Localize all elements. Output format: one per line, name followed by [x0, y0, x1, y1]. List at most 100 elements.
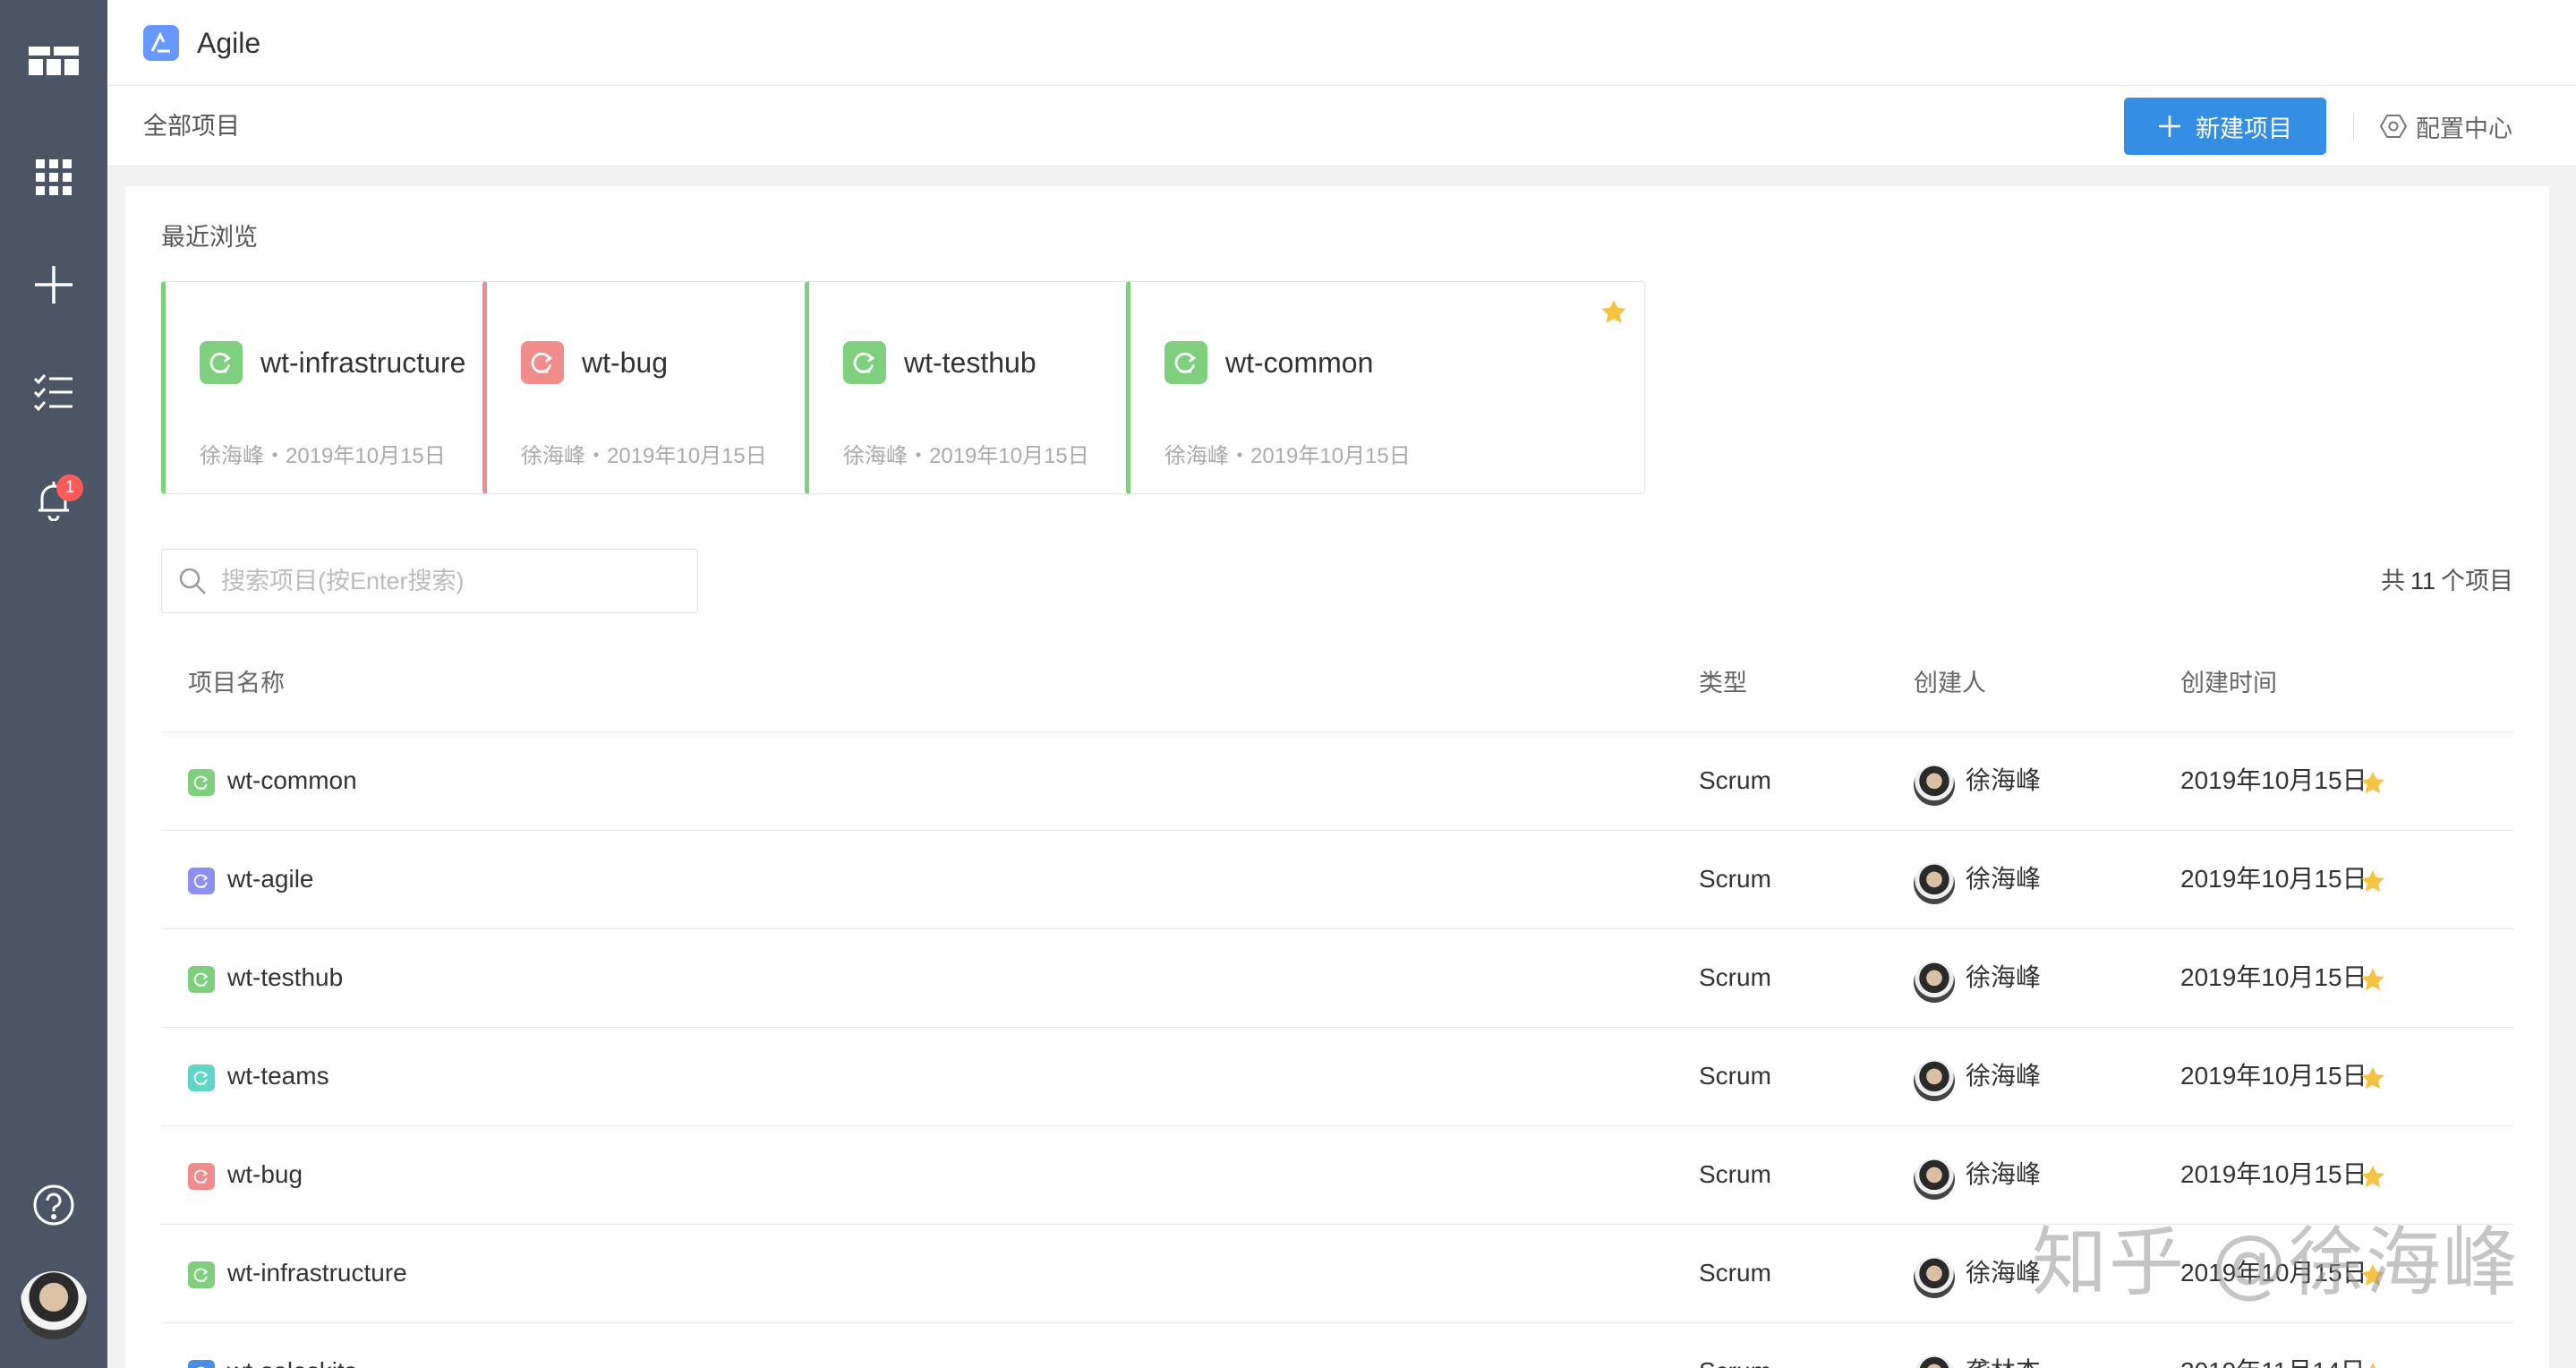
project-creator: 徐海峰	[1966, 1062, 2042, 1090]
help-icon[interactable]	[0, 1160, 107, 1250]
project-creator: 徐海峰	[1966, 766, 2042, 794]
creator-avatar	[1914, 863, 1955, 904]
search-icon	[179, 568, 206, 594]
app-header: Agile	[107, 0, 2576, 86]
search-input[interactable]	[221, 567, 669, 595]
project-name[interactable]: wt-teams	[227, 1060, 329, 1092]
project-icon	[188, 966, 215, 993]
project-creator: 徐海峰	[1966, 963, 2042, 991]
apps-grid-icon[interactable]	[0, 133, 107, 222]
page-toolbar: 全部项目 新建项目 配置中心	[107, 86, 2576, 167]
project-type: Scrum	[1699, 1355, 1771, 1368]
new-project-label: 新建项目	[2196, 115, 2292, 142]
main-panel: 最近浏览 wt-infrastructure 徐海峰・2019年10月15日 wt-…	[125, 186, 2549, 1368]
project-name[interactable]: wt-saleskits	[227, 1355, 357, 1368]
toolbar-divider	[2353, 113, 2354, 140]
notification-bell-icon[interactable]: 1	[0, 455, 107, 544]
notification-badge: 1	[56, 475, 83, 501]
task-list-icon[interactable]	[0, 347, 107, 437]
project-icon	[188, 769, 215, 796]
recent-project-name: wt-common	[1225, 346, 1374, 379]
recent-project-meta: 徐海峰・2019年10月15日	[1164, 444, 1411, 468]
project-type: Scrum	[1699, 865, 1771, 893]
column-header-type[interactable]: 类型	[1699, 668, 1747, 698]
project-type: Scrum	[1699, 963, 1771, 991]
star-icon[interactable]	[2359, 1361, 2386, 1368]
creator-avatar	[1914, 962, 1955, 1003]
recent-project-name: wt-testhub	[904, 346, 1036, 379]
creator-avatar	[1914, 1060, 1955, 1101]
star-icon[interactable]	[1599, 298, 1628, 331]
plus-icon	[2159, 115, 2180, 137]
project-icon	[188, 1163, 215, 1190]
project-count-prefix: 共	[2380, 568, 2405, 594]
project-count-value: 11	[2410, 568, 2435, 594]
project-created-date: 2019年10月15日	[2180, 766, 2367, 794]
workspace-logo-icon[interactable]	[0, 16, 107, 106]
recent-project-name: wt-infrastructure	[260, 346, 466, 379]
project-name[interactable]: wt-infrastructure	[227, 1257, 407, 1289]
star-icon[interactable]	[2359, 868, 2386, 900]
star-icon[interactable]	[2359, 967, 2386, 998]
config-center-link[interactable]: 配置中心	[2380, 109, 2512, 143]
app-title: Agile	[197, 27, 261, 59]
project-search-box[interactable]	[161, 549, 698, 613]
table-row[interactable]: wt-bug Scrum 徐海峰 2019年10月15日	[161, 1126, 2513, 1225]
recent-section-title: 最近浏览	[161, 224, 258, 251]
project-count-suffix: 个项目	[2441, 568, 2513, 594]
star-icon[interactable]	[2359, 1164, 2386, 1195]
column-header-name[interactable]: 项目名称	[188, 668, 285, 698]
project-type: Scrum	[1699, 1160, 1771, 1188]
star-icon[interactable]	[2359, 770, 2386, 801]
project-name[interactable]: wt-bug	[227, 1159, 303, 1191]
table-row[interactable]: wt-common Scrum 徐海峰 2019年10月15日	[161, 732, 2513, 831]
column-header-created[interactable]: 创建时间	[2180, 668, 2277, 698]
project-icon	[1164, 341, 1207, 384]
project-count: 共 11 个项目	[2381, 566, 2513, 596]
table-row[interactable]: wt-teams Scrum 徐海峰 2019年10月15日	[161, 1028, 2513, 1126]
config-center-label: 配置中心	[2416, 115, 2512, 142]
project-icon	[188, 1064, 215, 1091]
project-creator: 徐海峰	[1966, 1160, 2042, 1188]
project-created-date: 2019年10月15日	[2180, 963, 2367, 991]
creator-avatar	[1914, 765, 1955, 806]
star-icon[interactable]	[2359, 1065, 2386, 1097]
project-name[interactable]: wt-testhub	[227, 962, 343, 994]
column-header-creator[interactable]: 创建人	[1914, 668, 1986, 698]
agile-app-icon	[143, 25, 179, 61]
recent-project-meta: 徐海峰・2019年10月15日	[521, 444, 767, 468]
table-header: 项目名称 类型 创建人 创建时间	[161, 634, 2513, 732]
project-icon	[188, 868, 215, 894]
table-row[interactable]: wt-testhub Scrum 徐海峰 2019年10月15日	[161, 929, 2513, 1028]
recent-project-name: wt-bug	[582, 346, 669, 379]
project-created-date: 2019年10月15日	[2180, 1160, 2367, 1188]
add-icon[interactable]	[0, 240, 107, 329]
creator-avatar	[1914, 1159, 1955, 1200]
breadcrumb: 全部项目	[143, 113, 240, 140]
project-created-date: 2019年10月15日	[2180, 1062, 2367, 1090]
project-icon	[188, 1360, 215, 1368]
project-creator: 徐海峰	[1966, 865, 2042, 893]
project-name[interactable]: wt-agile	[227, 863, 313, 895]
table-row[interactable]: wt-saleskits Scrum 龚林杰 2019年11月14日	[161, 1323, 2513, 1368]
user-avatar[interactable]	[20, 1271, 88, 1339]
project-creator: 徐海峰	[1966, 1259, 2042, 1287]
creator-avatar	[1914, 1355, 1955, 1368]
recent-project-card[interactable]: wt-common 徐海峰・2019年10月15日	[1126, 281, 1645, 494]
project-type: Scrum	[1699, 1259, 1771, 1287]
new-project-button[interactable]: 新建项目	[2124, 98, 2326, 155]
project-icon	[521, 341, 564, 384]
project-creator: 龚林杰	[1966, 1355, 2041, 1368]
project-created-date: 2019年10月15日	[2180, 865, 2367, 893]
recent-project-meta: 徐海峰・2019年10月15日	[200, 444, 446, 468]
creator-avatar	[1914, 1257, 1955, 1298]
project-created-date: 2019年11月14日	[2180, 1355, 2366, 1368]
project-type: Scrum	[1699, 766, 1771, 794]
table-row[interactable]: wt-agile Scrum 徐海峰 2019年10月15日	[161, 831, 2513, 929]
project-icon	[188, 1261, 215, 1288]
project-icon	[200, 341, 243, 384]
project-name[interactable]: wt-common	[227, 765, 357, 797]
recent-project-meta: 徐海峰・2019年10月15日	[843, 444, 1089, 468]
project-type: Scrum	[1699, 1062, 1771, 1090]
project-icon	[843, 341, 886, 384]
